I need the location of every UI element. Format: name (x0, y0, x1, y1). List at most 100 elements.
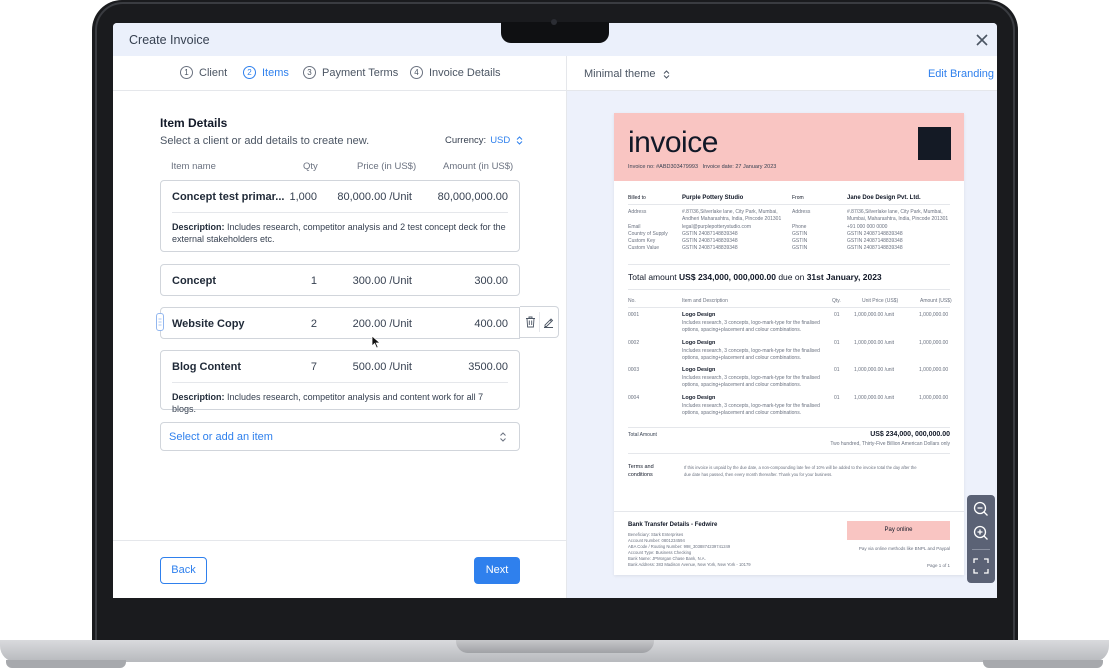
bill-field: Custom Key (628, 238, 656, 244)
item-description: Description: Includes research, competit… (172, 391, 508, 415)
item-price: 200.00 /Unit (352, 318, 412, 330)
bill-field: Email (628, 224, 641, 230)
form-footer: Back Next (113, 540, 567, 598)
terms-text: If this invoice is unpaid by the due dat… (684, 465, 917, 470)
app-screen: Create Invoice 1 Client 2 Items 3 Paymen… (113, 23, 997, 598)
edit-icon[interactable] (543, 316, 554, 328)
row-desc: Includes research, 3 concepts, logo-mark… (682, 320, 820, 326)
divider (172, 382, 508, 383)
currency-selector[interactable]: Currency: USD (445, 135, 523, 146)
item-actions (520, 306, 559, 338)
from-field: Phone (792, 224, 807, 230)
row-amount: 1,000,000.00 (919, 367, 949, 373)
bill-field: Custom Value (628, 245, 660, 251)
column-header-qty: Qty (303, 161, 318, 172)
item-card[interactable]: Blog Content 7 500.00 /Unit 3500.00 Desc… (160, 350, 520, 414)
drag-handle-icon[interactable] (156, 313, 164, 331)
theme-selector[interactable]: Minimal theme (584, 68, 670, 80)
invoice-meta: Invoice no: #ABD303479993 Invoice date: … (628, 164, 776, 170)
item-row: Concept 1 300.00 /Unit 300.00 (161, 265, 519, 297)
row-amount: 1,000,000.00 (919, 312, 949, 318)
zoom-out-icon[interactable] (971, 499, 991, 519)
fullscreen-icon[interactable] (971, 556, 991, 576)
bank-title: Bank Transfer Details - Fedwire (628, 522, 718, 528)
invoice-header: invoice Invoice no: #ABD303479993 Invoic… (614, 113, 964, 181)
total-amount-value: US$ 234,000, 000,000.00 (870, 431, 950, 438)
item-row: Website Copy 2 200.00 /Unit 400.00 (161, 308, 519, 340)
edit-branding-link[interactable]: Edit Branding (928, 68, 994, 80)
back-button[interactable]: Back (160, 557, 207, 584)
total-due-date: 31st January, 2023 (806, 272, 882, 282)
item-amount: 3500.00 (468, 361, 508, 373)
divider (628, 307, 950, 308)
item-price: 80,000.00 /Unit (337, 191, 412, 203)
divider (614, 511, 964, 512)
divider (628, 453, 950, 454)
close-icon[interactable] (973, 31, 991, 49)
from-value: Mumbai, Maharashtra, India, Pincode 2013… (847, 216, 949, 222)
next-button[interactable]: Next (474, 557, 520, 584)
billed-to-name: Purple Pottery Studio (682, 195, 744, 201)
row-unit: 1,000,000.00 /unit (854, 340, 895, 346)
item-amount: 80,000,000.00 (437, 191, 508, 203)
chevron-updown-icon (663, 69, 669, 79)
add-item-select[interactable]: Select or add an item (160, 422, 520, 451)
mouse-cursor-icon (371, 335, 382, 349)
theme-label: Minimal theme (584, 68, 656, 80)
column-header-amount: Amount (in US$) (443, 161, 514, 172)
item-name: Concept test primar... (172, 191, 285, 203)
from-value: #.87/36,Silverlake lane, City Park, Mumb… (847, 209, 943, 215)
invoice-number: Invoice no: #ABD303479993 (628, 164, 699, 170)
bill-value: #.87/36,Silverlake lane, City Park, Mumb… (682, 209, 778, 215)
row-unit: 1,000,000.00 /unit (854, 395, 895, 401)
add-item-placeholder: Select or add an item (169, 431, 273, 443)
laptop-foot-right (983, 660, 1103, 668)
row-item: Logo Design (682, 340, 716, 346)
camera-icon (551, 19, 557, 25)
row-no: 0001 (628, 312, 640, 318)
column-header-name: Item name (171, 161, 216, 172)
divider (628, 427, 950, 428)
pay-methods-text: Pay via online methods like BNPL and Pay… (858, 546, 950, 551)
terms-label: Terms and (628, 464, 654, 470)
invoice-preview-panel: Minimal theme Edit Branding invoice Invo… (567, 56, 997, 598)
from-value: +91 000 000 0000 (847, 224, 888, 230)
bill-value: GSTIN 24087148839348 (682, 238, 738, 244)
zoom-in-icon[interactable] (971, 523, 991, 543)
column-header-price: Price (in US$) (357, 161, 417, 172)
bill-value: GSTIN 24087148839348 (682, 231, 738, 237)
total-prefix: Total amount (628, 272, 677, 282)
trash-icon[interactable] (525, 316, 536, 328)
invoice-document: invoice Invoice no: #ABD303479993 Invoic… (614, 113, 964, 575)
from-field: GSTIN (792, 245, 808, 251)
row-desc: options, spacing+placement and colour co… (682, 327, 802, 333)
bill-field: Address (628, 209, 647, 215)
section-title: Item Details (160, 116, 228, 130)
row-qty: 01 (834, 367, 840, 373)
row-desc: options, spacing+placement and colour co… (682, 355, 802, 361)
item-card[interactable]: Concept test primar... 1,000 80,000.00 /… (160, 180, 520, 252)
row-amount: 1,000,000.00 (919, 340, 949, 346)
total-amount-label: Total Amount (628, 432, 657, 438)
item-card[interactable]: Website Copy 2 200.00 /Unit 400.00 (160, 307, 520, 339)
company-logo (918, 127, 951, 160)
zoom-controls (967, 495, 995, 583)
row-no: 0003 (628, 367, 640, 373)
row-item: Logo Design (682, 395, 716, 401)
from-name: Jane Doe Design Pvt. Ltd. (847, 195, 921, 201)
table-row: 0001 Logo Design Includes research, 3 co… (614, 312, 964, 338)
row-amount: 1,000,000.00 (919, 395, 949, 401)
table-header-unit: Unit Price (US$) (862, 298, 899, 304)
row-qty: 01 (834, 312, 840, 318)
row-item: Logo Design (682, 312, 716, 318)
item-card[interactable]: Concept 1 300.00 /Unit 300.00 (160, 264, 520, 296)
item-form-content: Item Details Select a client or add deta… (113, 23, 567, 598)
item-description: Description: Includes research, competit… (172, 221, 508, 245)
table-header-amount: Amount (US$) (920, 298, 952, 304)
row-item: Logo Design (682, 367, 716, 373)
camera-notch (501, 22, 609, 43)
pay-online-button[interactable]: Pay online (847, 521, 950, 540)
row-desc: options, spacing+placement and colour co… (682, 382, 802, 388)
row-desc: options, spacing+placement and colour co… (682, 410, 802, 416)
section-subtitle: Select a client or add details to create… (160, 135, 370, 147)
